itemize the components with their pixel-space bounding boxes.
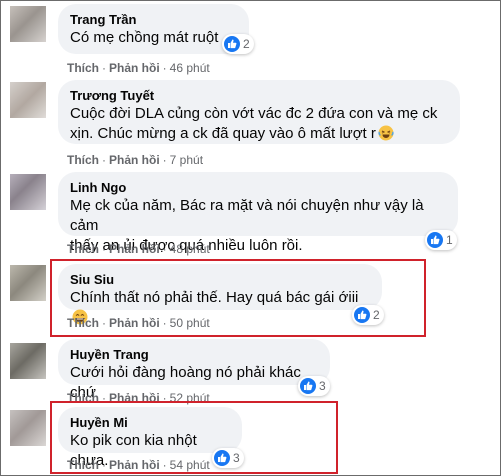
avatar[interactable]: [10, 343, 46, 379]
avatar[interactable]: [10, 6, 46, 42]
reply-link[interactable]: Phản hồi: [109, 242, 160, 256]
like-link[interactable]: Thích: [67, 316, 99, 330]
reaction-count[interactable]: 2: [222, 34, 254, 54]
like-link[interactable]: Thích: [67, 153, 99, 167]
reaction-number: 2: [373, 308, 380, 322]
comment-actions: Thích · Phản hồi · 50 phút: [67, 316, 210, 330]
reply-link[interactable]: Phản hồi: [109, 316, 160, 330]
reaction-count[interactable]: 3: [212, 448, 244, 468]
commenter-name[interactable]: Trương Tuyết: [70, 87, 448, 104]
thumbs-up-icon: [300, 378, 316, 394]
like-link[interactable]: Thích: [67, 61, 99, 75]
commenter-name[interactable]: Linh Ngo: [70, 179, 446, 196]
commenter-name[interactable]: Siu Siu: [70, 271, 370, 288]
comment-actions: Thích · Phản hồi · 54 phút: [67, 458, 210, 472]
avatar[interactable]: [10, 265, 46, 301]
comment-actions: Thích · Phản hồi · 7 phút: [67, 153, 204, 167]
commenter-name[interactable]: Huyền Trang: [70, 346, 318, 363]
thumbs-up-icon: [427, 232, 443, 248]
comment-text-line: xịn. Chúc mừng a ck đã quay vào ô mất lư…: [70, 125, 376, 142]
comment-time[interactable]: 46 phút: [170, 61, 210, 75]
comment-actions: Thích · Phản hồi · 48 phút: [67, 242, 210, 256]
comment-time[interactable]: 50 phút: [170, 316, 210, 330]
reaction-count[interactable]: 2: [352, 305, 384, 325]
reaction-count[interactable]: 3: [298, 376, 330, 396]
comment-text-line: Chính thất nó phải thế. Hay quá bác gái …: [70, 289, 359, 306]
thumbs-up-icon: [224, 36, 240, 52]
like-link[interactable]: Thích: [67, 458, 99, 472]
comment-bubble: Huyền Mi Ko pik con kia nhột chưa.: [58, 407, 242, 469]
like-link[interactable]: Thích: [67, 242, 99, 256]
comment-bubble: Siu Siu Chính thất nó phải thế. Hay quá …: [58, 264, 382, 325]
comment-time[interactable]: 48 phút: [170, 242, 210, 256]
comment-time[interactable]: 54 phút: [170, 458, 210, 472]
comment-text: xịn. Chúc mừng a ck đã quay vào ô mất lư…: [70, 124, 448, 144]
avatar[interactable]: [10, 174, 46, 210]
comment-text: Cuộc đời DLA củng còn vớt vác đc 2 đứa c…: [70, 105, 438, 122]
commenter-name[interactable]: Huyền Mi: [70, 414, 230, 431]
reaction-number: 3: [233, 451, 240, 465]
reaction-number: 2: [243, 37, 250, 51]
reaction-number: 1: [446, 233, 453, 247]
comment-time[interactable]: 7 phút: [170, 153, 203, 167]
comment-actions: Thích · Phản hồi · 46 phút: [67, 61, 210, 75]
reply-link[interactable]: Phản hồi: [109, 61, 160, 75]
comment-bubble: Huyền Trang Cưới hỏi đàng hoàng nó phải …: [58, 339, 330, 401]
avatar[interactable]: [10, 82, 46, 118]
thumbs-up-icon: [354, 307, 370, 323]
comment-text: Mẹ ck của năm, Bác ra mặt và nói chuyện …: [70, 197, 424, 234]
reply-link[interactable]: Phản hồi: [109, 458, 160, 472]
thumbs-up-icon: [214, 450, 230, 466]
comment-bubble: Trương Tuyết Cuộc đời DLA củng còn vớt v…: [58, 80, 460, 144]
commenter-name[interactable]: Trang Trần: [70, 11, 237, 28]
reaction-number: 3: [319, 379, 326, 393]
avatar[interactable]: [10, 410, 46, 446]
comment-text: Có mẹ chồng mát ruột: [70, 29, 219, 46]
comment-bubble: Trang Trần Có mẹ chồng mát ruột: [58, 4, 249, 54]
comment-bubble: Linh Ngo Mẹ ck của năm, Bác ra mặt và nó…: [58, 172, 458, 254]
reaction-count[interactable]: 1: [425, 230, 457, 250]
laughing-emoji-icon: [378, 125, 394, 141]
reply-link[interactable]: Phản hồi: [109, 153, 160, 167]
